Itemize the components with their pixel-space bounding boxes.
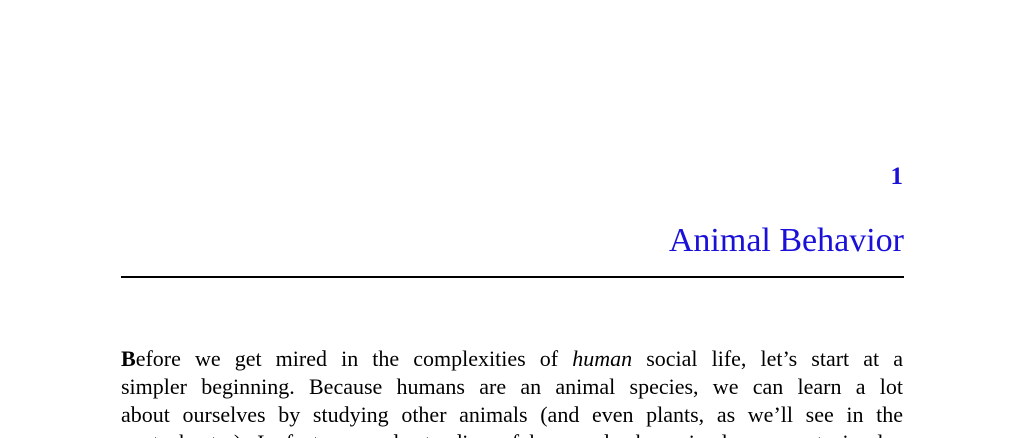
opening-paragraph: Before we get mired in the complexities … bbox=[121, 345, 903, 438]
paragraph-line-text: about ourselves by studying other animal… bbox=[121, 402, 903, 427]
chapter-title: Animal Behavior bbox=[668, 222, 904, 259]
line-text-before-emphasis: efore we get mired in the complexities o… bbox=[135, 346, 573, 371]
paragraph-line: simpler beginning. Because humans are an… bbox=[121, 373, 903, 401]
line-text-after-emphasis: social life, let’s start at a bbox=[632, 346, 903, 371]
paragraph-line-text: simpler beginning. Because humans are an… bbox=[121, 374, 903, 399]
paragraph-line: Before we get mired in the complexities … bbox=[121, 345, 903, 373]
document-page: 1 Animal Behavior Before we get mired in… bbox=[0, 0, 1024, 438]
paragraph-line-text: next chapter). In fact, an understanding… bbox=[121, 429, 903, 438]
chapter-heading-rule bbox=[121, 276, 904, 278]
emphasized-word: human bbox=[572, 346, 633, 371]
paragraph-line: next chapter). In fact, an understanding… bbox=[121, 429, 903, 438]
paragraph-line: about ourselves by studying other animal… bbox=[121, 401, 903, 429]
lead-letter: B bbox=[121, 346, 136, 371]
chapter-number: 1 bbox=[890, 163, 904, 190]
